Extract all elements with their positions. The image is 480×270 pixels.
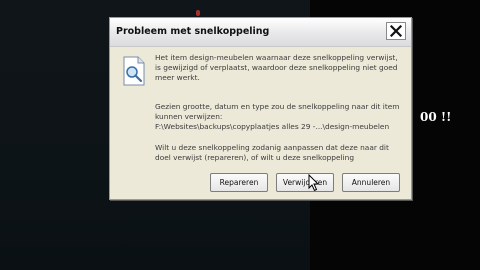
suggestion-text: Gezien grootte, datum en type zou de sne… xyxy=(155,102,400,121)
close-icon xyxy=(390,25,402,37)
dialog-title: Probleem met snelkoppeling xyxy=(116,26,270,37)
suggested-path: F:\Websites\backups\copyplaatjes alles 2… xyxy=(155,122,390,131)
background-text: 00 !! xyxy=(420,110,452,124)
delete-button[interactable]: Verwijderen xyxy=(276,173,334,192)
close-button[interactable] xyxy=(386,22,406,40)
background-red-mark xyxy=(196,10,200,16)
cancel-button[interactable]: Annuleren xyxy=(342,173,400,192)
document-search-icon xyxy=(123,56,145,86)
repair-button[interactable]: Repareren xyxy=(210,173,268,192)
dialog-message-question: Wilt u deze snelkoppeling zodanig aanpas… xyxy=(155,143,389,162)
dialog-message-problem: Het item design-meubelen waarnaar deze s… xyxy=(155,53,398,82)
mouse-pointer-icon xyxy=(308,174,320,192)
dialog-message-suggestion: Gezien grootte, datum en type zou de sne… xyxy=(155,102,400,132)
shortcut-problem-dialog: Probleem met snelkoppeling Het item desi… xyxy=(109,17,412,200)
dialog-titlebar[interactable]: Probleem met snelkoppeling xyxy=(110,18,411,47)
